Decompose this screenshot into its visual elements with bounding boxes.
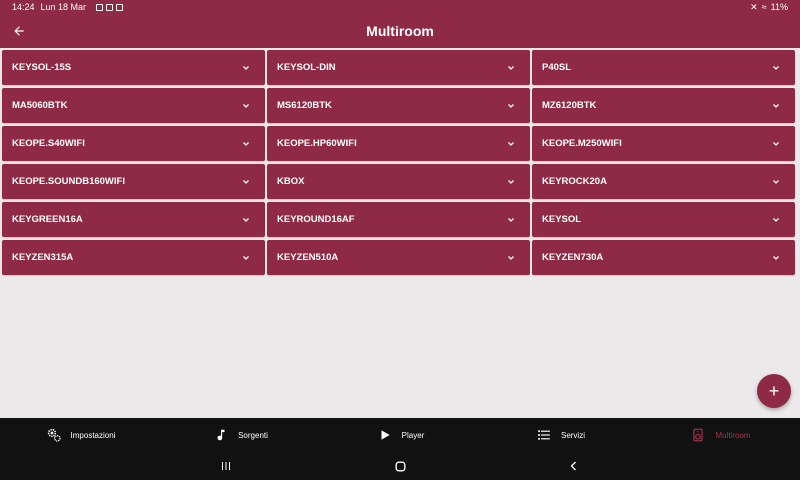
gallery-icon xyxy=(96,3,104,11)
device-grid: KEYSOL-15S KEYSOL-DIN P40SL MA5060BTK MS… xyxy=(2,50,795,275)
nav-label: Multiroom xyxy=(715,430,751,440)
play-store-icon xyxy=(106,3,114,11)
chevron-down-icon xyxy=(769,251,783,265)
nav-item-player[interactable]: Player xyxy=(320,418,480,452)
nav-label: Impostazioni xyxy=(70,430,116,440)
nav-label: Player xyxy=(401,430,425,440)
device-label: MS6120BTK xyxy=(277,100,332,111)
nav-item-multiroom[interactable]: Multiroom xyxy=(640,418,800,452)
back-button[interactable] xyxy=(8,20,30,42)
nav-label: Sorgenti xyxy=(238,430,268,440)
chevron-down-icon xyxy=(504,175,518,189)
device-item-keygreen16a[interactable]: KEYGREEN16A xyxy=(2,202,265,237)
device-item-mz6120btk[interactable]: MZ6120BTK xyxy=(532,88,795,123)
device-label: MA5060BTK xyxy=(12,100,68,111)
home-icon xyxy=(394,460,406,472)
chevron-down-icon xyxy=(239,251,253,265)
nav-item-impostazioni[interactable]: Impostazioni xyxy=(0,418,160,452)
plus-icon: + xyxy=(768,380,780,401)
device-item-keysol-15s[interactable]: KEYSOL-15S xyxy=(2,50,265,85)
device-label: KEYROCK20A xyxy=(542,176,607,187)
list-icon xyxy=(535,426,553,444)
system-back-button[interactable] xyxy=(562,454,586,478)
device-label: KEYGREEN16A xyxy=(12,214,83,225)
play-icon xyxy=(376,426,394,444)
device-label: MZ6120BTK xyxy=(542,100,597,111)
chevron-down-icon xyxy=(504,61,518,75)
device-item-keysol[interactable]: KEYSOL xyxy=(532,202,795,237)
device-label: KEYSOL-15S xyxy=(12,62,72,73)
notification-icons xyxy=(96,3,124,11)
arrow-left-icon xyxy=(14,26,24,36)
mute-icon: ✕ xyxy=(750,1,758,12)
music-note-icon xyxy=(212,426,230,444)
device-item-keope-hp60wifi[interactable]: KEOPE.HP60WIFI xyxy=(267,126,530,161)
wifi-icon: ≈ xyxy=(761,2,767,12)
chevron-down-icon xyxy=(239,175,253,189)
chevron-down-icon xyxy=(769,61,783,75)
chevron-down-icon xyxy=(769,99,783,113)
status-bar: 14:24 Lun 18 Mar ✕ ≈ 11% xyxy=(0,0,800,14)
system-navigation-bar xyxy=(0,452,800,480)
device-item-keyzen510a[interactable]: KEYZEN510A xyxy=(267,240,530,275)
device-item-keyzen730a[interactable]: KEYZEN730A xyxy=(532,240,795,275)
nav-label: Servizi xyxy=(560,430,585,440)
chevron-down-icon xyxy=(504,213,518,227)
chevron-down-icon xyxy=(504,137,518,151)
device-item-p40sl[interactable]: P40SL xyxy=(532,50,795,85)
device-label: KEYSOL-DIN xyxy=(277,62,336,73)
bottom-navigation: Impostazioni Sorgenti Player Servizi Mul… xyxy=(0,418,800,452)
gears-icon xyxy=(45,426,63,444)
device-label: KEOPE.M250WIFI xyxy=(542,138,622,149)
chevron-down-icon xyxy=(239,99,253,113)
device-label: KEYROUND16AF xyxy=(277,214,355,225)
chevron-down-icon xyxy=(239,137,253,151)
device-item-keope-m250wifi[interactable]: KEOPE.M250WIFI xyxy=(532,126,795,161)
device-item-ms6120btk[interactable]: MS6120BTK xyxy=(267,88,530,123)
chevron-down-icon xyxy=(504,99,518,113)
device-label: KEOPE.HP60WIFI xyxy=(277,138,357,149)
device-item-keyzen315a[interactable]: KEYZEN315A xyxy=(2,240,265,275)
chevron-down-icon xyxy=(769,175,783,189)
chevron-down-icon xyxy=(769,137,783,151)
add-button[interactable]: + xyxy=(757,374,791,408)
chevron-down-icon xyxy=(504,251,518,265)
device-label: KEYZEN315A xyxy=(12,252,74,263)
device-item-keope-s40wifi[interactable]: KEOPE.S40WIFI xyxy=(2,126,265,161)
device-label: P40SL xyxy=(542,62,572,73)
device-label: KEYSOL xyxy=(542,214,582,225)
status-time: 14:24 xyxy=(12,2,35,12)
nav-item-servizi[interactable]: Servizi xyxy=(480,418,640,452)
chevron-down-icon xyxy=(769,213,783,227)
device-item-keysol-din[interactable]: KEYSOL-DIN xyxy=(267,50,530,85)
recent-apps-button[interactable] xyxy=(214,454,238,478)
battery-level: 11% xyxy=(770,2,788,12)
device-item-ma5060btk[interactable]: MA5060BTK xyxy=(2,88,265,123)
device-label: KEYZEN510A xyxy=(277,252,339,263)
page-title: Multiroom xyxy=(366,23,434,39)
device-item-kbox[interactable]: KBOX xyxy=(267,164,530,199)
device-label: KEOPE.SOUNDB160WIFI xyxy=(12,176,125,187)
device-item-keyround16af[interactable]: KEYROUND16AF xyxy=(267,202,530,237)
chevron-down-icon xyxy=(239,61,253,75)
device-label: KEYZEN730A xyxy=(542,252,604,263)
chevron-left-icon xyxy=(570,461,576,471)
status-date: Lun 18 Mar xyxy=(40,2,87,12)
recent-apps-icon xyxy=(222,462,230,470)
battery-alert-icon xyxy=(116,3,124,11)
device-label: KBOX xyxy=(277,176,305,187)
chevron-down-icon xyxy=(239,213,253,227)
device-label: KEOPE.S40WIFI xyxy=(12,138,85,149)
device-item-keope-soundb160wifi[interactable]: KEOPE.SOUNDB160WIFI xyxy=(2,164,265,199)
speaker-icon xyxy=(689,426,707,444)
device-item-keyrock20a[interactable]: KEYROCK20A xyxy=(532,164,795,199)
app-bar: Multiroom xyxy=(0,14,800,48)
nav-item-sorgenti[interactable]: Sorgenti xyxy=(160,418,320,452)
home-button[interactable] xyxy=(388,454,412,478)
